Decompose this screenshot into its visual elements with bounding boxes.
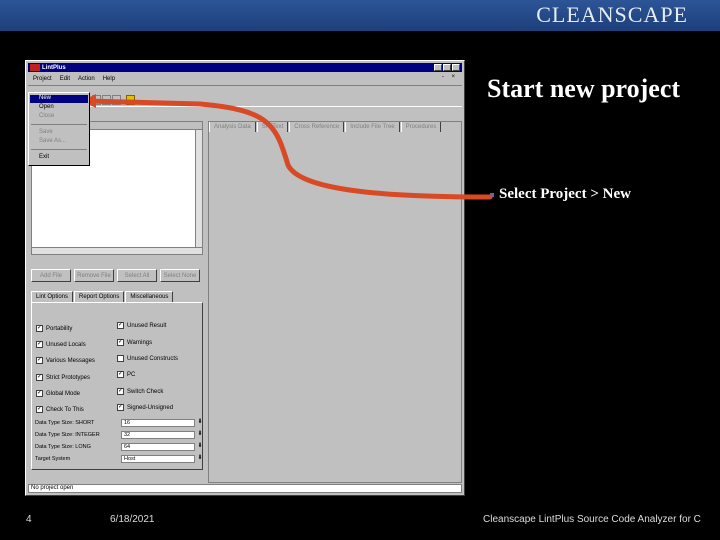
checkbox-check-to-this[interactable]: ✓ Check To This [36,406,84,413]
remove-file-button[interactable]: Remove File [74,269,114,282]
long-size-input[interactable]: 64 [121,443,195,451]
checkbox-empty-icon [117,355,124,362]
slide-number: 4 [26,514,32,525]
app-window: LintPlus Project Edit Action Help - × Ne… [25,60,465,496]
field-long-size: Data Type Size: LONG 64 ⬇ [35,443,204,451]
check-icon: ✓ [36,341,43,348]
menu-item-save[interactable]: Save [39,129,53,135]
checkbox-switch-check[interactable]: ✓ Switch Check [117,388,163,395]
tab-report-options[interactable]: Report Options [74,291,125,302]
slide-title: Start new project [487,74,681,103]
checkbox-signed-unsigned[interactable]: ✓ Signed-Unsigned [117,404,173,411]
app-titlebar: LintPlus [28,63,462,72]
app-logo-icon [30,64,40,71]
menu-project[interactable]: Project [33,76,52,82]
menu-item-new[interactable]: New [30,95,88,103]
menu-item-close[interactable]: Close [39,113,54,119]
menu-edit[interactable]: Edit [60,76,70,82]
toolbar [28,85,462,107]
tab-miscellaneous[interactable]: Miscellaneous [125,291,174,302]
check-icon: ✓ [36,390,43,397]
field-target-system: Target System Host ⬇ [35,455,204,463]
checkbox-unused-result[interactable]: ✓ Unused Result [117,322,166,329]
toolbar-button-3[interactable] [112,95,121,105]
mdi-controls[interactable]: - × [442,74,458,80]
checkbox-unused-locals[interactable]: ✓ Unused Locals [36,341,86,348]
check-icon: ✓ [117,322,124,329]
brand-logo: CLEANSCAPE [536,2,688,27]
check-icon: ✓ [117,371,124,378]
checkbox-strict-prototypes[interactable]: ✓ Strict Prototypes [36,374,90,381]
vertical-scrollbar[interactable] [195,130,202,247]
check-icon: ✓ [117,388,124,395]
add-file-button[interactable]: Add File [31,269,71,282]
integer-size-input[interactable]: 32 [121,431,195,439]
toolbar-button-1[interactable] [92,95,101,105]
download-arrow-icon[interactable]: ⬇ [196,455,204,463]
horizontal-scrollbar[interactable] [32,247,202,254]
menu-item-exit[interactable]: Exit [39,154,49,160]
run-lint-icon[interactable] [126,95,135,105]
checkbox-various-messages[interactable]: ✓ Various Messages [36,357,95,364]
bullet-item: Select Project > New [490,186,631,203]
menu-help[interactable]: Help [103,76,115,82]
maximize-button[interactable] [443,64,451,71]
check-icon: ✓ [117,339,124,346]
check-icon: ✓ [36,374,43,381]
field-integer-size: Data Type Size: INTEGER 32 ⬇ [35,431,204,439]
checkbox-unused-constructs[interactable]: Unused Constructs [117,355,178,362]
menu-bar: Project Edit Action Help [28,74,462,83]
analysis-pane [208,121,462,483]
close-button[interactable] [452,64,460,71]
options-tabs: Lint Options Report Options Miscellaneou… [31,291,174,302]
download-arrow-icon[interactable]: ⬇ [196,419,204,427]
toolbar-button-2[interactable] [102,95,111,105]
menu-separator [31,124,87,125]
file-buttons: Add File Remove File Select All Select N… [31,269,200,282]
check-icon: ✓ [117,404,124,411]
checkbox-portability[interactable]: ✓ Portability [36,325,72,332]
download-arrow-icon[interactable]: ⬇ [196,431,204,439]
select-all-button[interactable]: Select All [117,269,157,282]
checkbox-global-mode[interactable]: ✓ Global Mode [36,390,80,397]
check-icon: ✓ [36,325,43,332]
tab-lint-options[interactable]: Lint Options [31,291,74,302]
select-none-button[interactable]: Select None [160,269,200,282]
menu-separator [31,149,87,150]
bullet-icon [490,192,494,197]
checkbox-warnings[interactable]: ✓ Warnings [117,339,152,346]
download-arrow-icon[interactable]: ⬇ [196,443,204,451]
minimize-button[interactable] [434,64,442,71]
check-icon: ✓ [36,406,43,413]
check-icon: ✓ [36,357,43,364]
status-bar: No project open [28,484,462,493]
lint-options-panel: ✓ Portability ✓ Unused Locals ✓ Various Mes… [31,302,203,470]
slide-caption: Cleanscape LintPlus Source Code Analyzer… [483,514,701,525]
target-system-select[interactable]: Host [121,455,195,463]
menu-action[interactable]: Action [78,76,95,82]
short-size-input[interactable]: 16 [121,419,195,427]
menu-item-save-as[interactable]: Save As... [39,138,66,144]
header-bar: CLEANSCAPE [0,0,720,31]
field-short-size: Data Type Size: SHORT 16 ⬇ [35,419,204,427]
menu-item-open[interactable]: Open [39,104,54,110]
checkbox-pc[interactable]: ✓ PC [117,371,135,378]
bullet-text: Select Project > New [499,186,631,202]
slide-date: 6/18/2021 [110,514,155,525]
app-title: LintPlus [42,64,66,71]
project-menu-dropdown: New Open Close Save Save As... Exit [28,92,90,166]
